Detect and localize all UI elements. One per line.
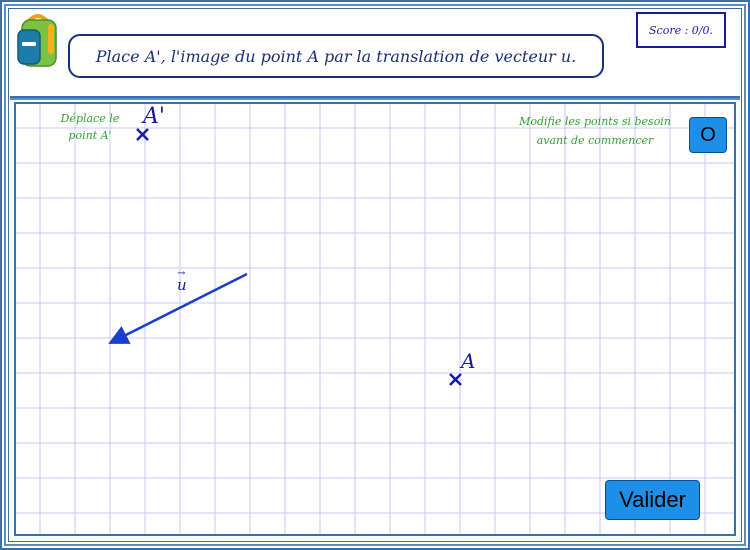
reset-button[interactable]: O — [689, 117, 727, 153]
header-separator — [10, 96, 740, 100]
graph-board[interactable] — [14, 102, 736, 536]
hint-move-point: Déplace le point A' — [50, 110, 130, 144]
hint-left-line1: Déplace le — [60, 112, 120, 125]
vector-u-label: → u — [177, 268, 187, 294]
hint-left-line2: point A' — [68, 129, 112, 142]
validate-button[interactable]: Valider — [605, 480, 700, 520]
hint-modify-points: Modifie les points si besoin avant de co… — [500, 112, 690, 150]
grid — [16, 104, 734, 534]
hint-right-line1: Modifie les points si besoin — [519, 115, 671, 128]
point-a-prime-label: A' — [143, 104, 165, 129]
score-box: Score : 0/0. — [636, 12, 726, 48]
instruction-box: Place A', l'image du point A par la tran… — [68, 34, 604, 78]
score-text: Score : 0/0. — [649, 23, 713, 37]
hint-right-line2: avant de commencer — [536, 134, 654, 147]
instruction-text: Place A', l'image du point A par la tran… — [95, 46, 577, 66]
point-a-label: A — [461, 349, 476, 373]
backpack-icon — [17, 14, 57, 67]
